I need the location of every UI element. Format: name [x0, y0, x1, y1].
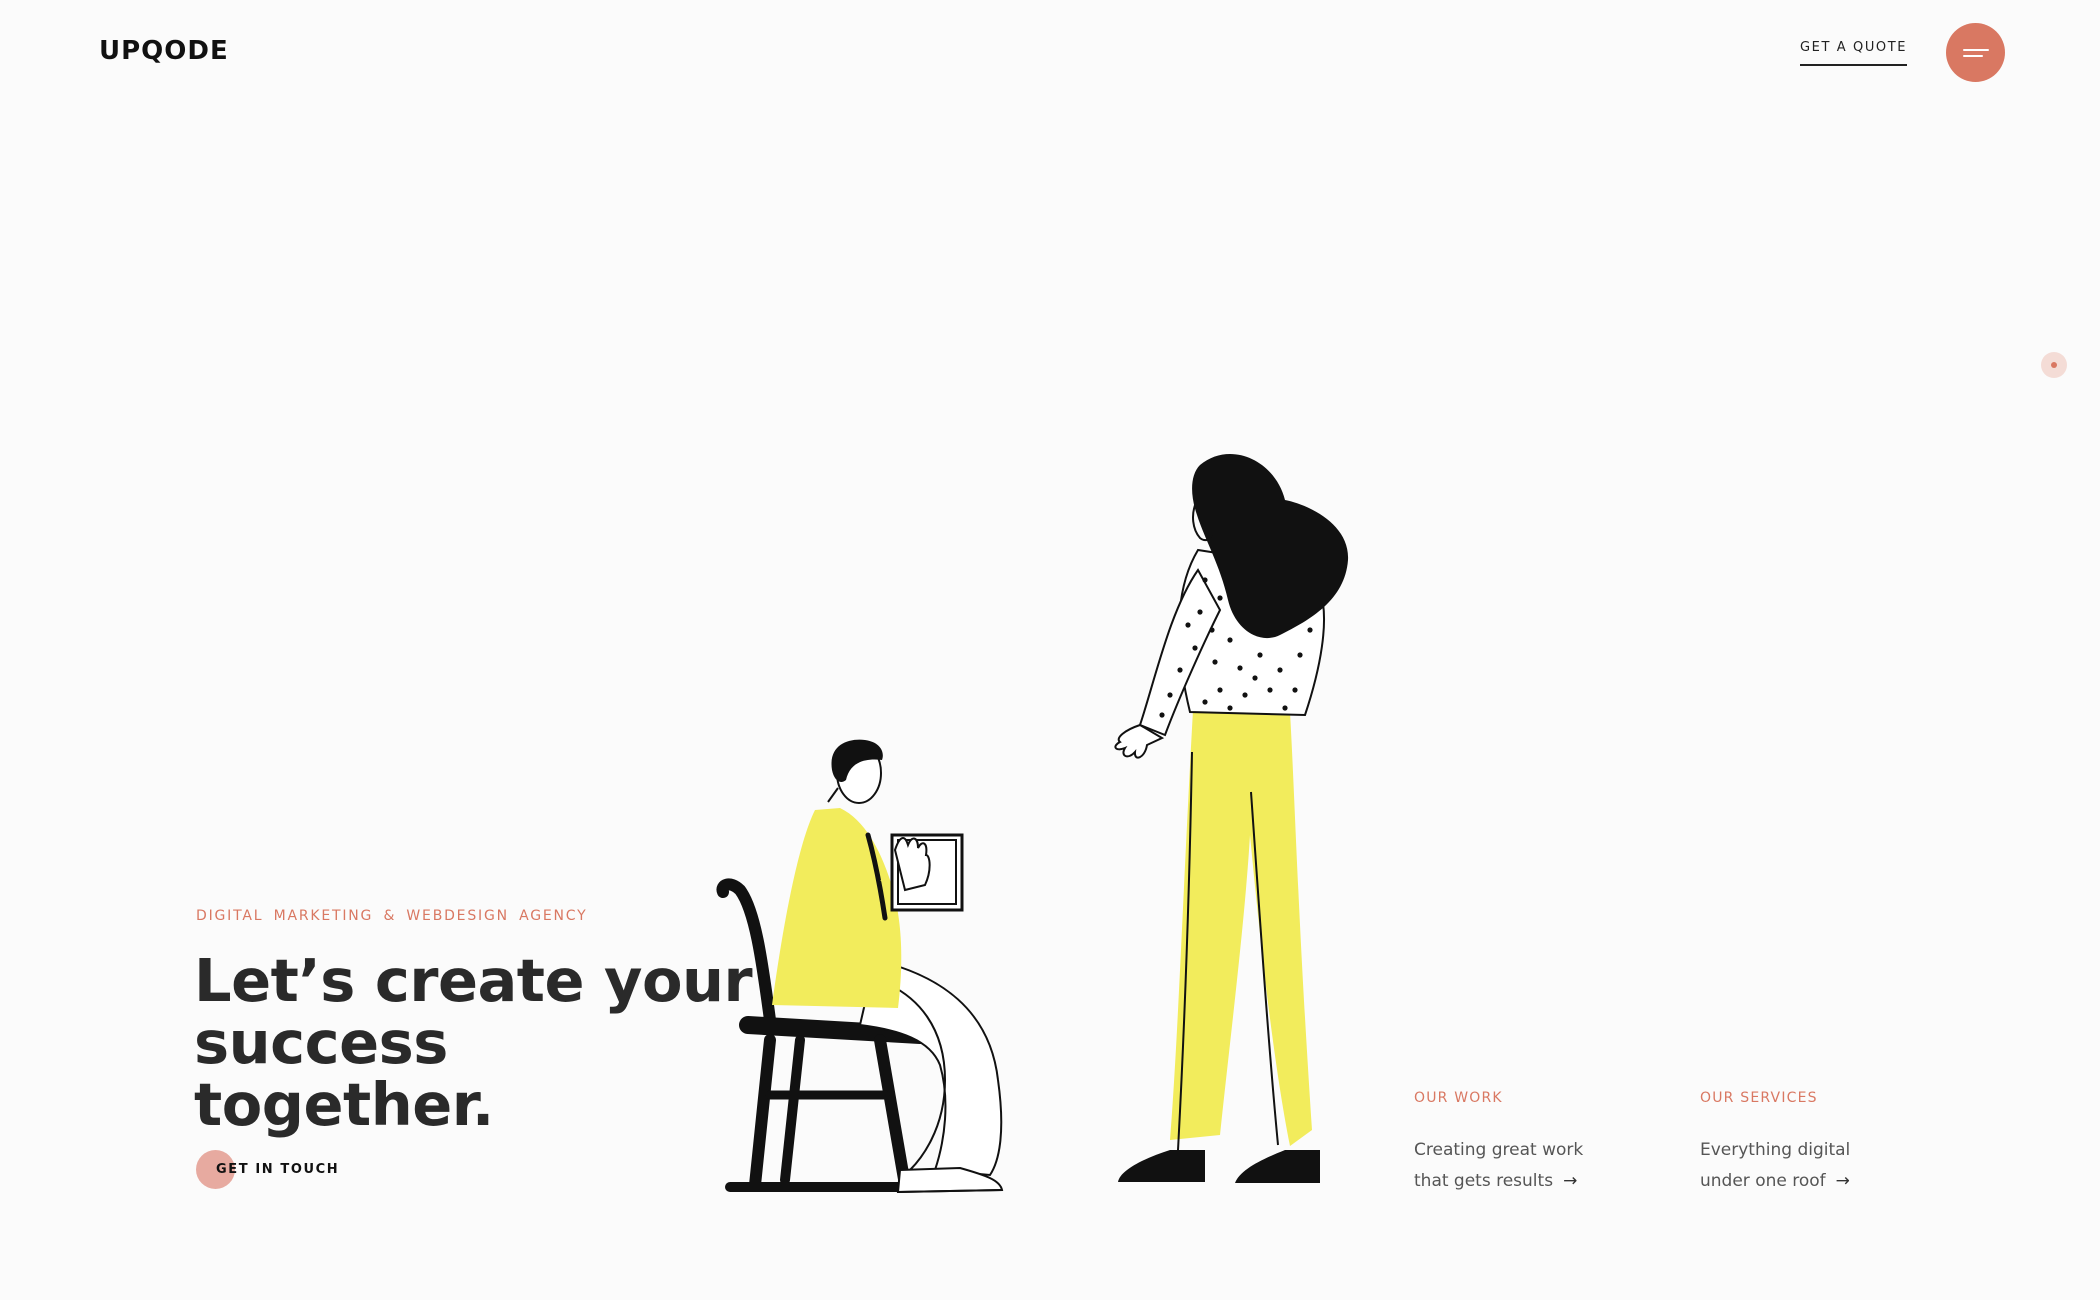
our-services-line-1: Everything digital	[1700, 1140, 1851, 1160]
arrow-right-icon: →	[1563, 1171, 1578, 1191]
hero-eyebrow: DIGITAL MARKETING & WEBDESIGN AGENCY	[196, 908, 588, 924]
menu-button[interactable]	[1946, 23, 2005, 82]
cta-label: GET IN TOUCH	[216, 1162, 340, 1177]
pager-dot-core	[2051, 362, 2057, 368]
menu-line	[1963, 49, 1989, 51]
get-a-quote-link[interactable]: GET A QUOTE	[1800, 40, 1908, 66]
our-work-line-2-row: that gets results →	[1414, 1166, 1634, 1197]
our-services-line-2-row: under one roof →	[1700, 1166, 1920, 1197]
standing-woman-figure	[1114, 453, 1349, 1183]
get-in-touch-button[interactable]: GET IN TOUCH	[196, 1150, 356, 1190]
hero-illustration	[716, 453, 1349, 1194]
hero-headline: Let’s create your success together.	[194, 950, 754, 1136]
landing-page: UPQODE GET A QUOTE DIGITAL MARKETING & W…	[0, 0, 2100, 1300]
arrow-right-icon: →	[1835, 1171, 1850, 1191]
our-work-line-1: Creating great work	[1414, 1140, 1584, 1160]
headline-line-1: Let’s create your	[194, 946, 753, 1015]
our-services-link[interactable]: OUR SERVICES Everything digital under on…	[1700, 1090, 1920, 1197]
our-work-title: OUR WORK	[1414, 1090, 1503, 1106]
our-services-title: OUR SERVICES	[1700, 1090, 1818, 1106]
our-work-link[interactable]: OUR WORK Creating great work that gets r…	[1414, 1090, 1634, 1197]
section-pager-dot[interactable]	[2041, 352, 2067, 378]
headline-line-2: success together.	[194, 1008, 494, 1139]
menu-line	[1963, 55, 1983, 57]
our-services-line-2: under one roof	[1700, 1171, 1826, 1191]
seated-man-figure	[716, 739, 1004, 1194]
site-logo[interactable]: UPQODE	[99, 36, 229, 66]
our-work-line-2: that gets results	[1414, 1171, 1554, 1191]
